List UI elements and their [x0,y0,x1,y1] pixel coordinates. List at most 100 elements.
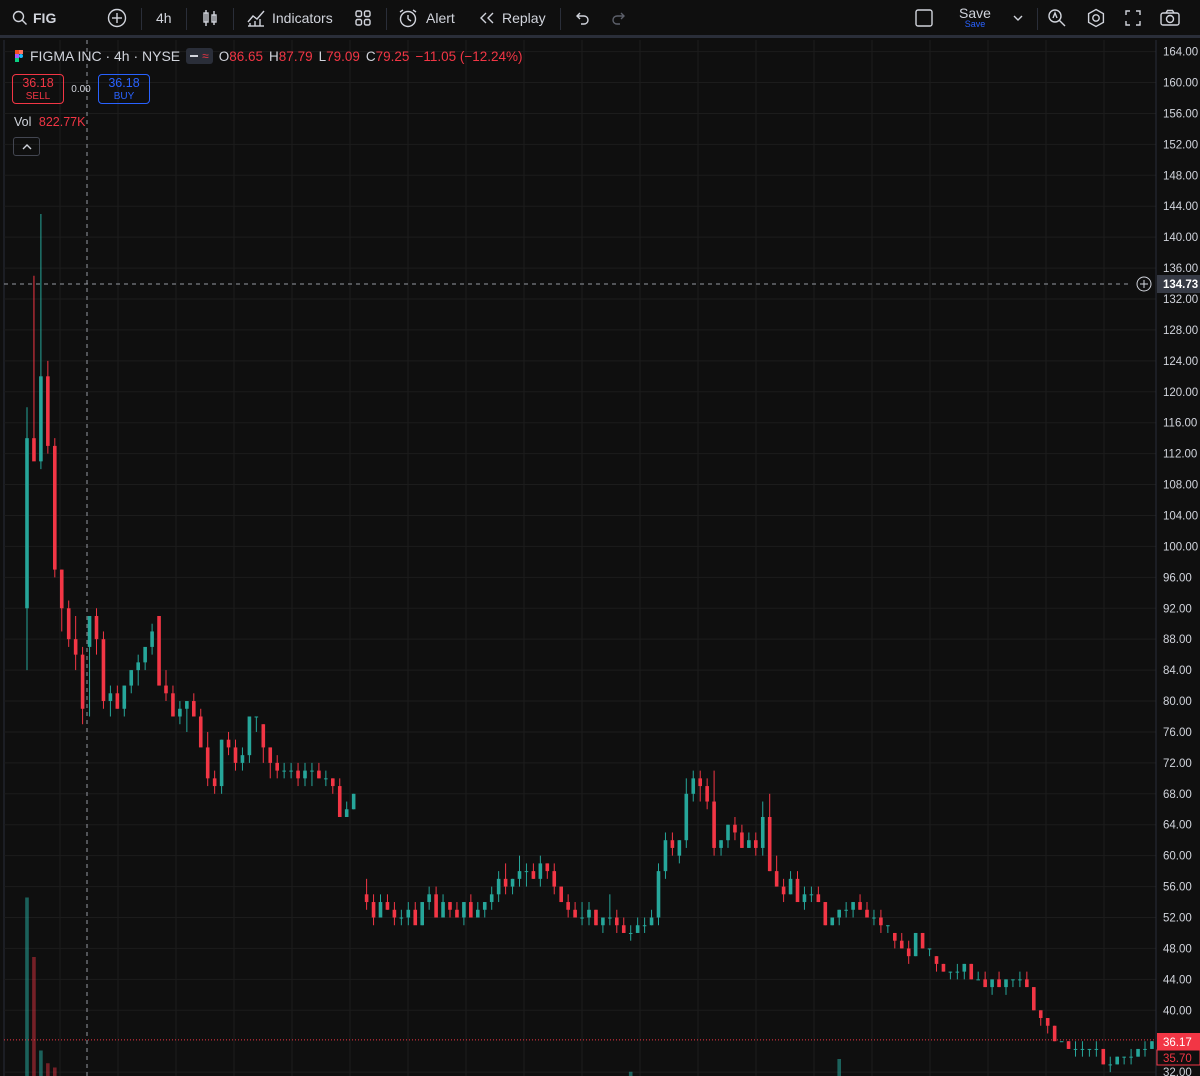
candle-body [642,925,647,927]
candle-body [997,979,1001,988]
candle-body [726,824,730,841]
price-tick-label: 108.00 [1163,480,1198,492]
candle-body [1038,1010,1043,1019]
candle-body [289,770,293,772]
candle-body [53,445,57,570]
candle-body [1143,1048,1147,1050]
candle-body [893,932,897,941]
candle-body [865,909,869,918]
price-tick-label: 152.00 [1163,139,1198,151]
candle-body [496,878,501,895]
chart-type-button[interactable] [200,0,220,36]
candle-body [823,902,828,926]
undo-button[interactable] [573,0,591,36]
candle-body [545,863,550,872]
save-button[interactable]: Save Save [956,5,994,29]
candle-body [192,701,196,717]
candle-body [1073,1048,1078,1050]
compare-button[interactable] [107,0,127,36]
symbol-search[interactable]: FIG [12,0,56,36]
price-chart[interactable]: 164.00 160.00 156.00 152.00 148.00 144.00 140.… [0,38,1200,1076]
snapshot-button[interactable] [1159,0,1181,36]
buy-button[interactable]: 36.18 BUY [98,74,150,104]
candle-body [830,917,835,926]
sell-button[interactable]: 36.18 SELL [12,74,64,104]
candle-body [455,909,459,918]
candle-body [462,902,466,918]
candle-body [976,979,980,981]
candle-body [226,739,231,748]
price-tick-label: 136.00 [1163,263,1198,275]
alert-button[interactable]: Alert [398,0,455,36]
candle-body [115,693,120,709]
collapse-legend-button[interactable] [13,137,40,156]
candle-body [691,778,696,794]
candle-body [601,917,605,926]
candle-body [171,693,175,717]
undo-icon [576,12,589,25]
candle-body [649,917,654,926]
candle-body [406,909,411,918]
crosshair-add-button[interactable] [1136,276,1152,292]
fullscreen-toggle-button[interactable] [914,0,934,36]
candle-body [1052,1025,1057,1042]
symbol-label: FIG [33,10,57,26]
candle-body [781,886,786,895]
figma-logo-icon [15,50,23,62]
price-tick-label: 84.00 [1163,665,1192,677]
legend-toggle[interactable]: ≈ [186,48,213,64]
candle-body [87,615,92,647]
buy-price: 36.18 [108,76,140,90]
square-icon [915,9,933,27]
candle-body [1101,1048,1106,1065]
candle-body [303,770,307,779]
price-tick-label: 164.00 [1163,47,1198,59]
replay-button[interactable]: Replay [478,0,546,36]
candle-body [66,608,71,640]
rewind-icon [480,12,494,24]
candle-body [94,615,99,640]
candle-body [670,840,675,848]
settings-button[interactable] [1086,0,1106,36]
candle-body [677,840,682,856]
candle-body [927,948,932,950]
candle-body [594,909,598,926]
candle-body [844,909,848,911]
candle-body [1122,1056,1126,1058]
volume-bar [837,1059,841,1076]
quick-search-button[interactable] [1047,0,1067,36]
candle-body [378,902,383,918]
price-tick-label: 56.00 [1163,882,1192,894]
candle-body [934,956,939,964]
candle-body [1018,979,1022,981]
interval-button[interactable]: 4h [156,0,172,36]
candle-body [469,902,473,918]
candle-body [580,917,584,919]
candle-body [615,917,619,926]
indicators-button[interactable]: Indicators [246,0,333,36]
second-price-label: 35.70 [1163,1053,1192,1065]
candle-body [788,878,793,895]
candle-body [760,817,765,848]
candle-body [747,840,751,848]
candle-body [621,925,626,933]
layouts-button[interactable] [354,0,372,36]
low-label: L [318,48,327,64]
redo-button[interactable] [610,0,628,36]
candle-body [240,755,245,763]
candle-body [420,902,424,926]
fullscreen-button[interactable] [1124,0,1142,36]
price-tick-label: 156.00 [1163,108,1198,120]
save-dropdown-button[interactable] [1012,0,1024,36]
candle-body [282,770,286,772]
candle-body [774,871,779,887]
price-tick-label: 44.00 [1163,974,1192,986]
candle-body [1094,1048,1099,1050]
candle-body [427,894,431,903]
price-tick-label: 120.00 [1163,387,1198,399]
volume-value: 822.77K [38,115,86,129]
plus-circle-icon [107,8,127,28]
price-tick-label: 148.00 [1163,170,1198,182]
candle-body [851,902,855,910]
candle-body [448,902,452,910]
